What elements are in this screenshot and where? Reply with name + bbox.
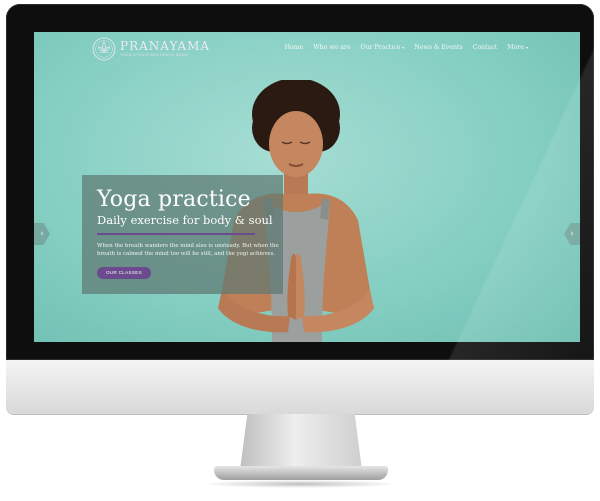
website-screen: PRANAYAMA YOGA STUDIO MULTIPAGE DEMO Hom… <box>34 32 580 342</box>
nav-item-contact[interactable]: Contact <box>473 44 498 51</box>
hero-subtitle: Daily exercise for body & soul <box>97 213 273 227</box>
brand-tagline: YOGA STUDIO MULTIPAGE DEMO <box>120 53 189 57</box>
hero-title: Yoga practice <box>97 187 251 212</box>
hero-divider <box>97 233 255 235</box>
monitor-stand-shadow <box>200 480 400 488</box>
nav-item-label: News & Events <box>414 44 463 51</box>
site-logo[interactable]: PRANAYAMA YOGA STUDIO MULTIPAGE DEMO <box>92 36 210 62</box>
nav-item-label: Who we are <box>313 44 351 51</box>
nav-item-our-practice[interactable]: Our Practice ▾ <box>361 44 405 51</box>
nav-item-home[interactable]: Home <box>285 44 304 51</box>
nav-item-label: Home <box>284 44 304 51</box>
lotus-logo-icon <box>92 37 116 61</box>
nav-item-more[interactable]: More ▾ <box>507 44 528 51</box>
brand-name: PRANAYAMA <box>120 39 211 53</box>
nav-item-label: More <box>507 44 524 51</box>
slider-next-button[interactable]: › <box>564 223 580 245</box>
monitor-chin <box>6 360 594 414</box>
monitor-bezel: PRANAYAMA YOGA STUDIO MULTIPAGE DEMO Hom… <box>6 4 594 360</box>
hero-caption-panel: Yoga practice Daily exercise for body & … <box>82 175 283 294</box>
nav-item-label: Our Practice <box>360 44 401 51</box>
chevron-down-icon: ▾ <box>402 45 405 50</box>
chevron-down-icon: ▾ <box>525 45 528 50</box>
slider-prev-button[interactable]: ‹ <box>34 223 50 245</box>
chevron-left-icon: ‹ <box>40 229 44 239</box>
brand-text: PRANAYAMA YOGA STUDIO MULTIPAGE DEMO <box>120 40 210 58</box>
monitor-stand-neck <box>240 414 362 470</box>
nav-item-who-we-are[interactable]: Who we are <box>313 44 350 51</box>
nav-item-label: Contact <box>472 44 498 51</box>
our-classes-button[interactable]: OUR CLASSES <box>97 267 151 279</box>
monitor-stand-base <box>214 466 388 480</box>
nav-item-news-events[interactable]: News & Events <box>414 44 462 51</box>
hero-text: When the breath wanders the mind also is… <box>97 243 279 257</box>
chevron-right-icon: › <box>570 229 574 239</box>
main-navigation: Home Who we are Our Practice ▾ News & Eve… <box>285 44 528 51</box>
